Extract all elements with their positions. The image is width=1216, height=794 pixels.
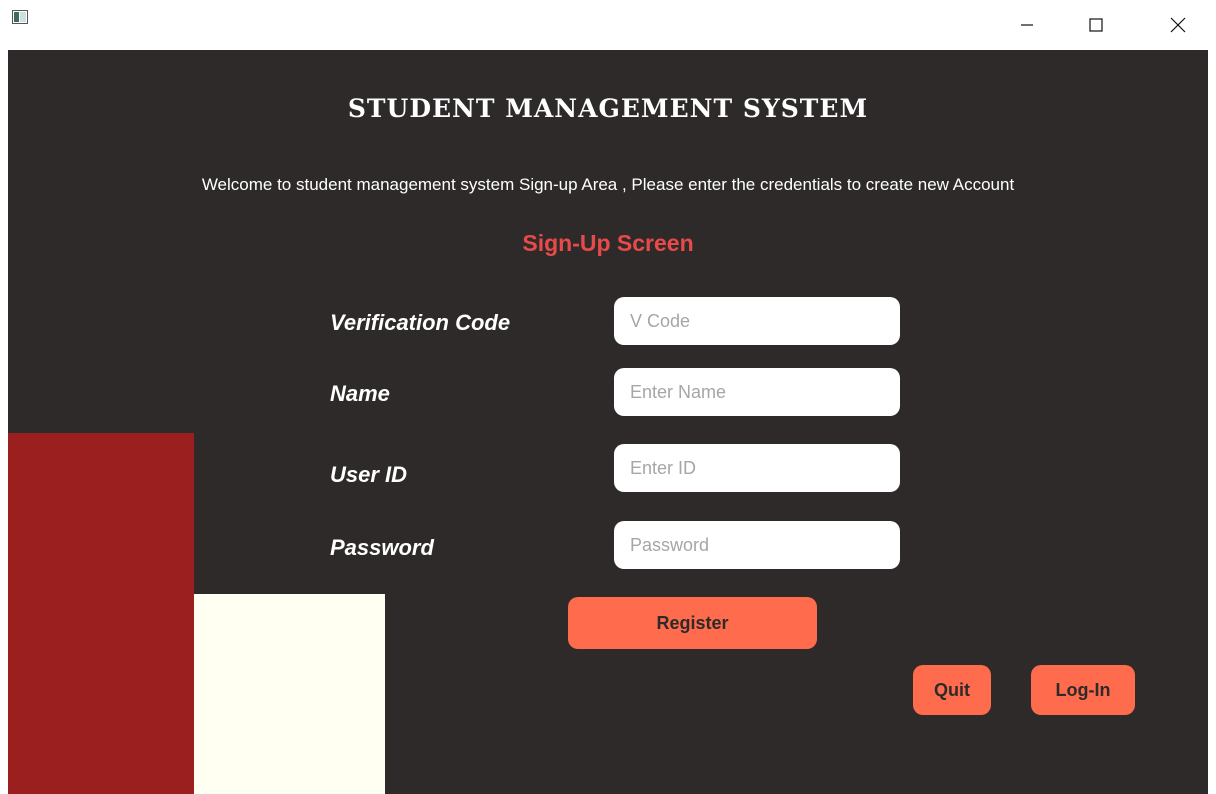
app-title: STUDENT MANAGEMENT SYSTEM xyxy=(347,94,869,123)
verification-code-input[interactable] xyxy=(614,297,900,345)
close-button[interactable] xyxy=(1155,0,1201,50)
decorative-red-block xyxy=(8,433,194,794)
login-button[interactable]: Log-In xyxy=(1031,665,1135,715)
minimize-icon xyxy=(1021,24,1033,26)
decorative-cream-block xyxy=(194,594,385,794)
app-icon xyxy=(12,10,28,24)
name-label: Name xyxy=(330,381,390,406)
signup-panel: STUDENT MANAGEMENT SYSTEM Welcome to stu… xyxy=(8,50,1208,794)
verification-code-label: Verification Code xyxy=(330,310,511,335)
app-window: STUDENT MANAGEMENT SYSTEM Welcome to stu… xyxy=(0,0,1216,794)
minimize-button[interactable] xyxy=(1004,0,1050,50)
welcome-message: Welcome to student management system Sig… xyxy=(201,175,1015,194)
password-label: Password xyxy=(330,535,434,560)
maximize-button[interactable] xyxy=(1073,0,1119,50)
user-id-label: User ID xyxy=(330,462,408,487)
quit-button[interactable]: Quit xyxy=(913,665,991,715)
screen-title: Sign-Up Screen xyxy=(522,230,694,256)
title-bar xyxy=(0,0,1216,50)
user-id-input[interactable] xyxy=(614,444,900,492)
close-icon xyxy=(1170,17,1186,33)
register-button[interactable]: Register xyxy=(568,597,817,649)
maximize-icon xyxy=(1089,18,1103,32)
password-input[interactable] xyxy=(614,521,900,569)
name-input[interactable] xyxy=(614,368,900,416)
